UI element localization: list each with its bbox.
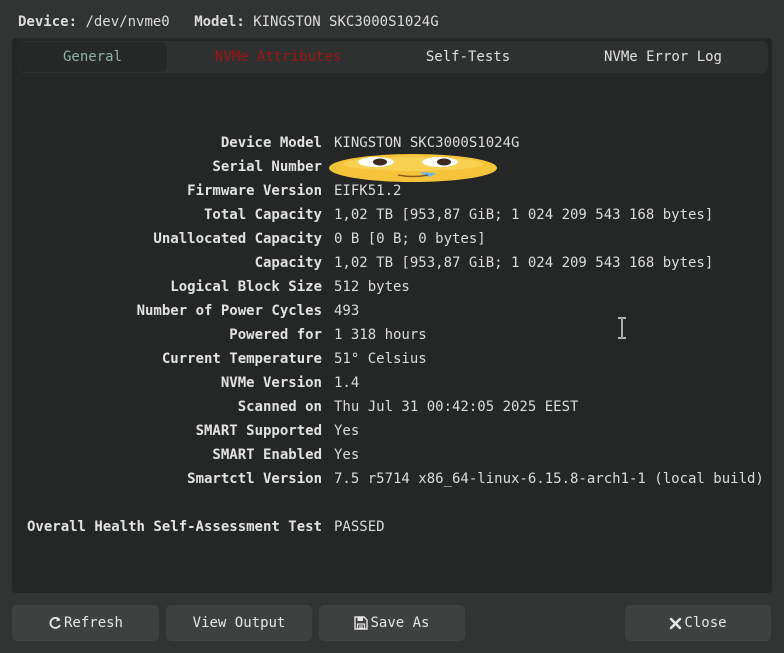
info-value: Yes [334, 423, 360, 439]
info-row-overall-health: Overall Health Self-Assessment Test PASS… [12, 515, 772, 539]
info-key: Smartctl Version [187, 471, 322, 487]
info-key: Current Temperature [161, 351, 322, 367]
device-header: Device: /dev/nvme0 Model: KINGSTON SKC30… [18, 12, 455, 32]
device-info-window: Device: /dev/nvme0 Model: KINGSTON SKC30… [0, 0, 784, 653]
refresh-button[interactable]: Refresh [12, 605, 159, 641]
device-path: /dev/nvme0 [85, 14, 170, 30]
text-cursor-icon [618, 317, 626, 339]
general-info-list: Device Model KINGSTON SKC3000S1024G Seri… [12, 131, 772, 539]
info-value: 51° Celsius [334, 351, 427, 367]
info-key: Unallocated Capacity [153, 231, 322, 247]
health-key: Overall Health Self-Assessment Test [26, 519, 322, 535]
info-value: 1,02 TB [953,87 GiB; 1 024 209 543 168 b… [334, 207, 714, 223]
info-value: Thu Jul 31 00:42:05 2025 EEST [334, 399, 579, 415]
tab-bar: General NVMe Attributes Self-Tests NVMe … [18, 41, 768, 73]
tab-nvme-attributes[interactable]: NVMe Attributes [193, 42, 363, 72]
info-row-device-model: Device Model KINGSTON SKC3000S1024G [12, 131, 772, 155]
model-name: KINGSTON SKC3000S1024G [253, 14, 439, 30]
info-value: EIFK51.2 [334, 183, 402, 199]
tab-panel: General NVMe Attributes Self-Tests NVMe … [12, 38, 772, 593]
info-row-smart-enabled: SMART Enabled Yes [12, 443, 772, 467]
info-row-power-cycles: Number of Power Cycles 493 [12, 299, 772, 323]
refresh-label: Refresh [63, 615, 123, 631]
info-key: NVMe Version [220, 375, 322, 391]
info-value: Yes [334, 447, 360, 463]
info-key: Scanned on [237, 399, 322, 415]
info-value: KINGSTON SKC3000S1024G [334, 135, 520, 151]
info-key: SMART Enabled [212, 447, 322, 463]
info-row-nvme-version: NVMe Version 1.4 [12, 371, 772, 395]
info-key: Total Capacity [203, 207, 322, 223]
info-row-capacity: Capacity 1,02 TB [953,87 GiB; 1 024 209 … [12, 251, 772, 275]
tab-general[interactable]: General [18, 42, 167, 72]
save-as-label: Save As [370, 615, 430, 631]
save-icon [354, 616, 369, 630]
health-status: PASSED [334, 519, 385, 535]
info-row-scanned-on: Scanned on Thu Jul 31 00:42:05 2025 EEST [12, 395, 772, 419]
close-label: Close [684, 615, 727, 631]
info-key: Logical Block Size [170, 279, 322, 295]
info-value: 0 B [0 B; 0 bytes] [334, 231, 486, 247]
model-label: Model: [194, 14, 245, 30]
save-as-button[interactable]: Save As [319, 605, 465, 641]
info-value: 512 bytes [334, 279, 410, 295]
info-key: Number of Power Cycles [136, 303, 322, 319]
info-key: SMART Supported [195, 423, 322, 439]
device-label: Device: [18, 14, 78, 30]
info-value: 1 318 hours [334, 327, 427, 343]
info-row-serial-number: Serial Number [12, 154, 772, 182]
info-row-unallocated-capacity: Unallocated Capacity 0 B [0 B; 0 bytes] [12, 227, 772, 251]
tab-self-tests[interactable]: Self-Tests [393, 42, 543, 72]
view-output-button[interactable]: View Output [166, 605, 312, 641]
info-value: 1.4 [334, 375, 360, 391]
info-row-powered-for: Powered for 1 318 hours [12, 323, 772, 347]
tab-nvme-error-log[interactable]: NVMe Error Log [578, 42, 748, 72]
view-output-label: View Output [192, 615, 286, 631]
close-icon [670, 617, 682, 629]
info-row-smart-supported: SMART Supported Yes [12, 419, 772, 443]
info-row-smartctl-version: Smartctl Version 7.5 r5714 x86_64-linux-… [12, 467, 772, 491]
info-key: Device Model [220, 135, 322, 151]
info-key: Capacity [254, 255, 322, 271]
info-value: 493 [334, 303, 360, 319]
refresh-icon [49, 617, 61, 629]
info-value: 1,02 TB [953,87 GiB; 1 024 209 543 168 b… [334, 255, 714, 271]
info-row-total-capacity: Total Capacity 1,02 TB [953,87 GiB; 1 02… [12, 203, 772, 227]
info-key: Firmware Version [187, 183, 322, 199]
info-key: Powered for [229, 327, 322, 343]
info-key: Serial Number [212, 159, 322, 175]
info-row-current-temperature: Current Temperature 51° Celsius [12, 347, 772, 371]
info-row-firmware-version: Firmware Version EIFK51.2 [12, 179, 772, 203]
info-value: 7.5 r5714 x86_64-linux-6.15.8-arch1-1 (l… [334, 471, 764, 487]
info-row-logical-block-size: Logical Block Size 512 bytes [12, 275, 772, 299]
close-button[interactable]: Close [625, 605, 771, 641]
